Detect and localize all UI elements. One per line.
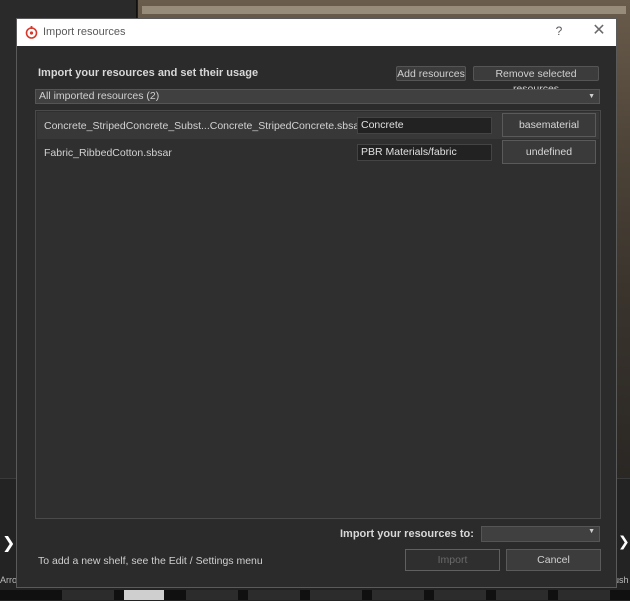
import-button[interactable]: Import (405, 549, 500, 571)
usage-field[interactable]: Concrete (357, 117, 492, 134)
dialog-titlebar[interactable]: Import resources ? ✕ (17, 19, 616, 46)
usage-field[interactable]: PBR Materials/fabric (357, 144, 492, 161)
resource-name: Concrete_StripedConcrete_Subst...Concret… (44, 120, 363, 132)
shelf-thumbnail[interactable] (62, 590, 114, 600)
shelf-thumbnail[interactable] (186, 590, 238, 600)
substance-painter-icon (25, 26, 38, 39)
shelf-thumbnail[interactable] (310, 590, 362, 600)
shelf-thumbnail[interactable] (124, 590, 164, 600)
shelf-thumbnail[interactable] (496, 590, 548, 600)
chevron-down-icon: ▼ (588, 93, 595, 100)
background-viewport-frame (142, 6, 626, 14)
list-item[interactable]: Fabric_RibbedCotton.sbsar PBR Materials/… (37, 139, 599, 166)
resource-filter-dropdown[interactable]: All imported resources (2) ▼ (35, 89, 600, 104)
resource-type-button[interactable]: undefined (502, 140, 596, 164)
shelf-thumbnail[interactable] (558, 590, 610, 600)
dialog-title: Import resources (43, 26, 126, 38)
resource-name: Fabric_RibbedCotton.sbsar (44, 147, 172, 159)
import-to-dropdown[interactable]: ▼ (481, 526, 600, 542)
resource-type-button[interactable]: basematerial (502, 113, 596, 137)
cancel-button[interactable]: Cancel (506, 549, 601, 571)
import-to-label: Import your resources to: (340, 528, 474, 540)
header-label: Import your resources and set their usag… (38, 67, 259, 79)
chevron-right-icon[interactable]: ❯ (618, 533, 630, 550)
remove-selected-resources-button[interactable]: Remove selected resources (473, 66, 599, 95)
help-button[interactable]: ? (552, 24, 566, 40)
resource-list[interactable]: Concrete_StripedConcrete_Subst...Concret… (35, 110, 601, 519)
import-resources-dialog: Import resources ? ✕ Import your resourc… (16, 18, 617, 588)
add-resources-button[interactable]: Add resources (396, 66, 466, 81)
close-button[interactable]: ✕ (589, 21, 609, 41)
filter-value: All imported resources (2) (39, 90, 160, 102)
shelf-thumbnail[interactable] (434, 590, 486, 600)
shelf-left-label: Arro (0, 575, 18, 585)
list-item[interactable]: Concrete_StripedConcrete_Subst...Concret… (37, 112, 599, 139)
shelf-thumbnail[interactable] (372, 590, 424, 600)
shelf-thumbnail[interactable] (248, 590, 300, 600)
shelf-hint-text: To add a new shelf, see the Edit / Setti… (38, 555, 263, 567)
chevron-right-icon[interactable]: ❯ (2, 533, 15, 553)
chevron-down-icon: ▼ (588, 528, 595, 535)
